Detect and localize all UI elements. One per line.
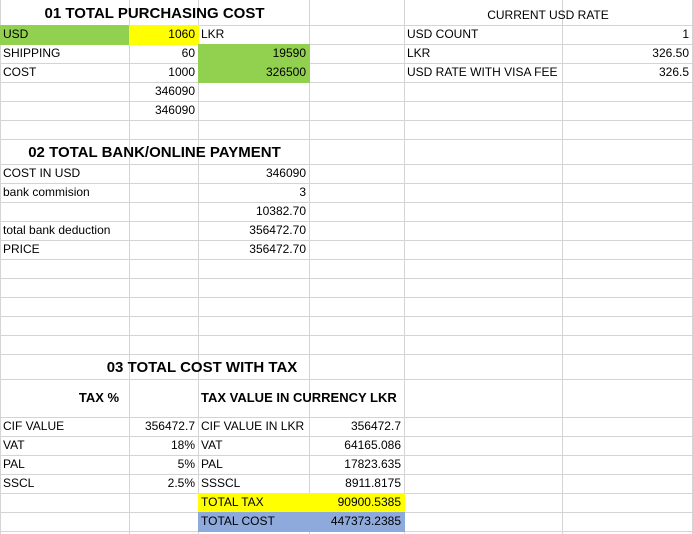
usd-label-cell[interactable]: USD — [0, 25, 129, 44]
pal-value-cell[interactable]: 17823.635 — [309, 455, 404, 474]
commission-label-cell[interactable]: bank commision — [0, 183, 129, 202]
vat-label-cell[interactable]: VAT — [0, 436, 129, 455]
cost-value-cell[interactable]: 1000 — [129, 63, 198, 82]
sscl-value-cell[interactable]: 8911.8175 — [309, 474, 404, 493]
cost-usd-value-cell[interactable]: 346090 — [198, 164, 309, 183]
cost-usd-label-cell[interactable]: COST IN USD — [0, 164, 129, 183]
total-tax-label-cell[interactable]: TOTAL TAX — [198, 493, 309, 512]
cost-label-cell[interactable]: COST — [0, 63, 129, 82]
shipping-lkr-cell[interactable]: 19590 — [198, 44, 309, 63]
row-border — [0, 354, 693, 355]
deduction-label-cell[interactable]: total bank deduction — [0, 221, 129, 240]
lkr-label-cell[interactable]: LKR — [198, 25, 309, 44]
tax-value-header[interactable]: TAX VALUE IN CURRENCY LKR — [201, 388, 404, 407]
row-border — [0, 278, 693, 279]
deduction-calc-cell[interactable]: 10382.70 — [198, 202, 309, 221]
row-border — [0, 202, 693, 203]
section2-title[interactable]: 02 TOTAL BANK/ONLINE PAYMENT — [0, 142, 309, 164]
total-cost-label-cell[interactable]: TOTAL COST — [198, 512, 309, 531]
usd-count-value-cell[interactable]: 1 — [562, 25, 692, 44]
deduction-value-cell[interactable]: 356472.70 — [198, 221, 309, 240]
row-border — [0, 82, 693, 83]
usd-value-cell[interactable]: 1060 — [129, 25, 198, 44]
cif-lkr-label-cell[interactable]: CIF VALUE IN LKR — [198, 417, 309, 436]
row-border — [0, 120, 693, 121]
row-border — [0, 297, 693, 298]
commission-value-cell[interactable]: 3 — [198, 183, 309, 202]
pal-label-cell[interactable]: PAL — [0, 455, 129, 474]
spreadsheet-grid: 01 TOTAL PURCHASING COST USD 1060 LKR SH… — [0, 0, 693, 534]
pal-pct-cell[interactable]: 5% — [129, 455, 198, 474]
vat-label2-cell[interactable]: VAT — [198, 436, 309, 455]
lkr-rate-label-cell[interactable]: LKR — [404, 44, 562, 63]
tax-pct-header[interactable]: TAX % — [0, 388, 198, 407]
row-border — [0, 101, 693, 102]
sscl-label-cell[interactable]: SSCL — [0, 474, 129, 493]
sscl-pct-cell[interactable]: 2.5% — [129, 474, 198, 493]
lkr-rate-value-cell[interactable]: 326.50 — [562, 44, 692, 63]
row-border — [0, 316, 693, 317]
price-value-cell[interactable]: 356472.70 — [198, 240, 309, 259]
total-tax-value-cell[interactable]: 90900.5385 — [309, 493, 404, 512]
cif-label-cell[interactable]: CIF VALUE — [0, 417, 129, 436]
row-border — [0, 259, 693, 260]
visa-rate-label-cell[interactable]: USD RATE WITH VISA FEE — [404, 63, 562, 82]
vat-pct-cell[interactable]: 18% — [129, 436, 198, 455]
vat-value-cell[interactable]: 64165.086 — [309, 436, 404, 455]
sscl-label2-cell[interactable]: SSSCL — [198, 474, 309, 493]
usd-count-label-cell[interactable]: USD COUNT — [404, 25, 562, 44]
shipping-label-cell[interactable]: SHIPPING — [0, 44, 129, 63]
rate-title[interactable]: CURRENT USD RATE — [404, 6, 692, 25]
pal-label2-cell[interactable]: PAL — [198, 455, 309, 474]
cost-lkr-cell[interactable]: 326500 — [198, 63, 309, 82]
sum-cell[interactable]: 346090 — [129, 101, 198, 120]
row-border — [0, 139, 693, 140]
section3-title[interactable]: 03 TOTAL COST WITH TAX — [0, 357, 404, 379]
shipping-value-cell[interactable]: 60 — [129, 44, 198, 63]
section1-title[interactable]: 01 TOTAL PURCHASING COST — [0, 3, 309, 25]
cif-value-cell[interactable]: 356472.7 — [129, 417, 198, 436]
price-label-cell[interactable]: PRICE — [0, 240, 129, 259]
sum-cell[interactable]: 346090 — [129, 82, 198, 101]
row-border — [0, 379, 693, 380]
total-cost-value-cell[interactable]: 447373.2385 — [309, 512, 404, 531]
visa-rate-value-cell[interactable]: 326.5 — [562, 63, 692, 82]
row-border — [0, 335, 693, 336]
cif-lkr-value-cell[interactable]: 356472.7 — [309, 417, 404, 436]
